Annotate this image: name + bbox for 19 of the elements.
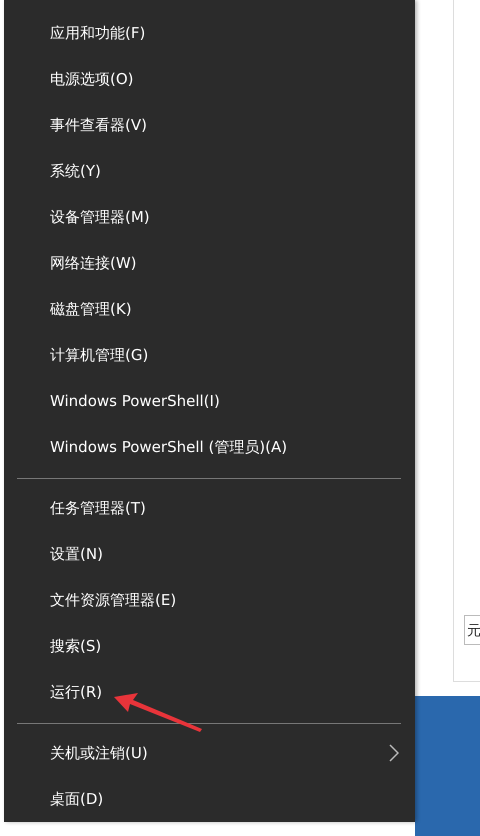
menu-item[interactable]: 网络连接(W): [4, 240, 415, 286]
menu-item[interactable]: 运行(R): [4, 669, 415, 715]
menu-item[interactable]: 任务管理器(T): [4, 485, 415, 531]
menu-item[interactable]: 磁盘管理(K): [4, 286, 415, 332]
menu-item[interactable]: 设置(N): [4, 531, 415, 577]
menu-item[interactable]: Windows PowerShell (管理员)(A): [4, 424, 415, 470]
menu-item[interactable]: 系统(Y): [4, 148, 415, 194]
menu-item[interactable]: 计算机管理(G): [4, 332, 415, 378]
menu-item[interactable]: Windows PowerShell(I): [4, 378, 415, 424]
menu-item[interactable]: 桌面(D): [4, 776, 415, 822]
menu-item[interactable]: 搜索(S): [4, 623, 415, 669]
menu-item[interactable]: 电源选项(O): [4, 56, 415, 102]
menu-item[interactable]: 文件资源管理器(E): [4, 577, 415, 623]
menu-item[interactable]: 事件查看器(V): [4, 102, 415, 148]
input-field: 元: [464, 615, 480, 645]
chevron-icon: [389, 744, 399, 762]
menu-item[interactable]: 设备管理器(M): [4, 194, 415, 240]
menu-item[interactable]: 应用和功能(F): [4, 10, 415, 56]
menu-item[interactable]: 关机或注销(U): [4, 730, 415, 776]
